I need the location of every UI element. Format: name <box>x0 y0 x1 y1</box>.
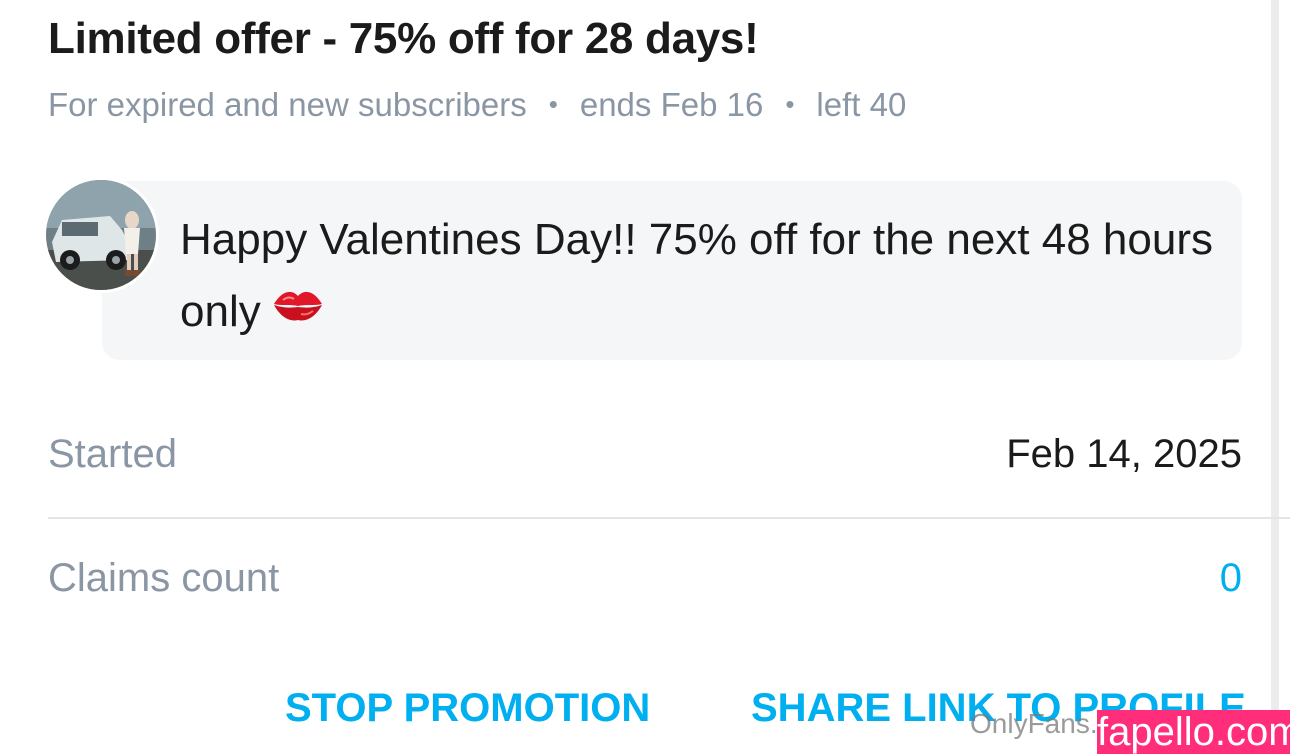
separator-dot: • <box>548 89 558 119</box>
kiss-mark-icon <box>271 274 325 346</box>
avatar[interactable] <box>46 180 156 290</box>
started-value: Feb 14, 2025 <box>1006 432 1242 476</box>
offer-title: Limited offer - 75% off for 28 days! <box>48 14 759 63</box>
separator-dot: • <box>785 89 795 119</box>
message-text: Happy Valentines Day!! 75% off for the n… <box>180 204 1220 350</box>
scrollbar[interactable] <box>1271 0 1279 754</box>
message-body: Happy Valentines Day!! 75% off for the n… <box>180 215 1213 336</box>
offer-left: left 40 <box>816 86 907 123</box>
claims-count-label: Claims count <box>48 556 280 600</box>
started-label: Started <box>48 432 177 476</box>
stop-promotion-button[interactable]: STOP PROMOTION <box>285 686 650 731</box>
offer-subtitle: For expired and new subscribers • ends Feb… <box>48 86 906 124</box>
claims-count-value[interactable]: 0 <box>1220 556 1242 601</box>
offer-audience: For expired and new subscribers <box>48 86 527 123</box>
fapello-watermark: fapello.com <box>1097 710 1290 754</box>
offer-ends: ends Feb 16 <box>579 86 764 123</box>
avatar-photo <box>46 180 156 290</box>
onlyfans-watermark: OnlyFans. <box>970 708 1098 739</box>
divider <box>48 517 1290 519</box>
